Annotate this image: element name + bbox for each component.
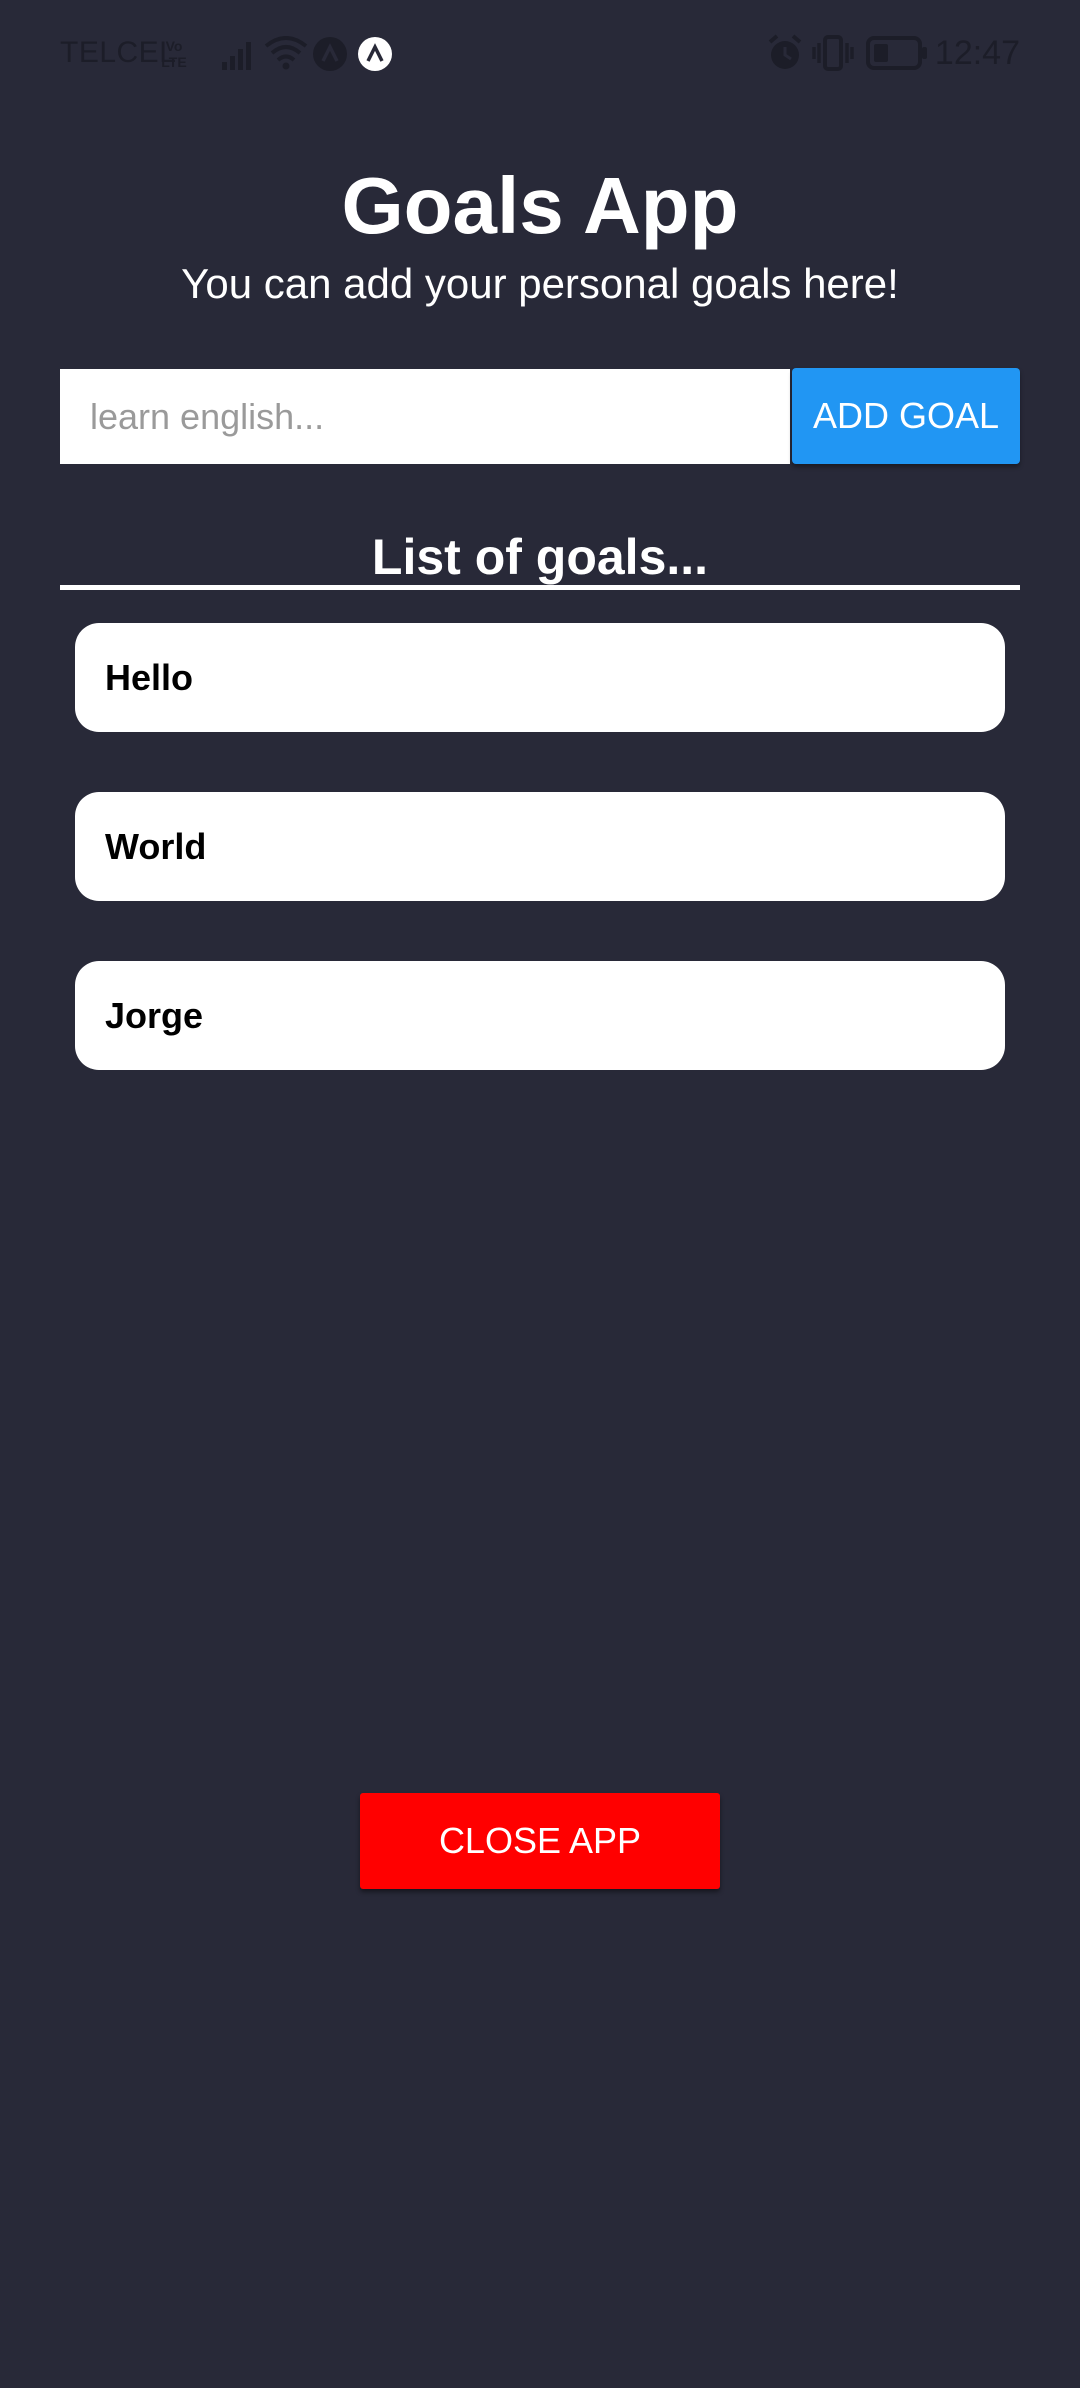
signal-icon xyxy=(222,42,251,70)
goal-item-label: Jorge xyxy=(105,995,204,1036)
page-title: Goals App xyxy=(341,161,739,250)
add-goal-button[interactable]: ADD GOAL xyxy=(792,368,1020,464)
goal-input[interactable] xyxy=(60,369,790,464)
battery-icon xyxy=(866,36,927,70)
goal-item-label: Hello xyxy=(105,657,194,698)
goal-item[interactable]: Jorge xyxy=(75,961,1005,1070)
wifi-icon xyxy=(264,36,308,70)
app-notification-icon xyxy=(313,37,347,71)
expo-icon xyxy=(358,37,392,71)
list-heading: List of goals... xyxy=(371,529,709,585)
volte-badge: Vo LTE xyxy=(161,38,187,70)
list-divider xyxy=(60,585,1020,590)
goal-item[interactable]: Hello xyxy=(75,623,1005,732)
app-screen: TELCEL Vo LTE 12:47 Goals App You can ad… xyxy=(0,0,1080,2388)
goal-item[interactable]: World xyxy=(75,792,1005,901)
alarm-icon xyxy=(768,34,802,69)
vibrate-icon xyxy=(812,35,854,71)
goal-item-label: World xyxy=(105,826,207,867)
status-bar: TELCEL Vo LTE 12:47 xyxy=(0,0,1080,108)
close-app-button[interactable]: CLOSE APP xyxy=(360,1793,720,1889)
clock: 12:47 xyxy=(934,34,1020,72)
page-subtitle: You can add your personal goals here! xyxy=(181,260,899,307)
